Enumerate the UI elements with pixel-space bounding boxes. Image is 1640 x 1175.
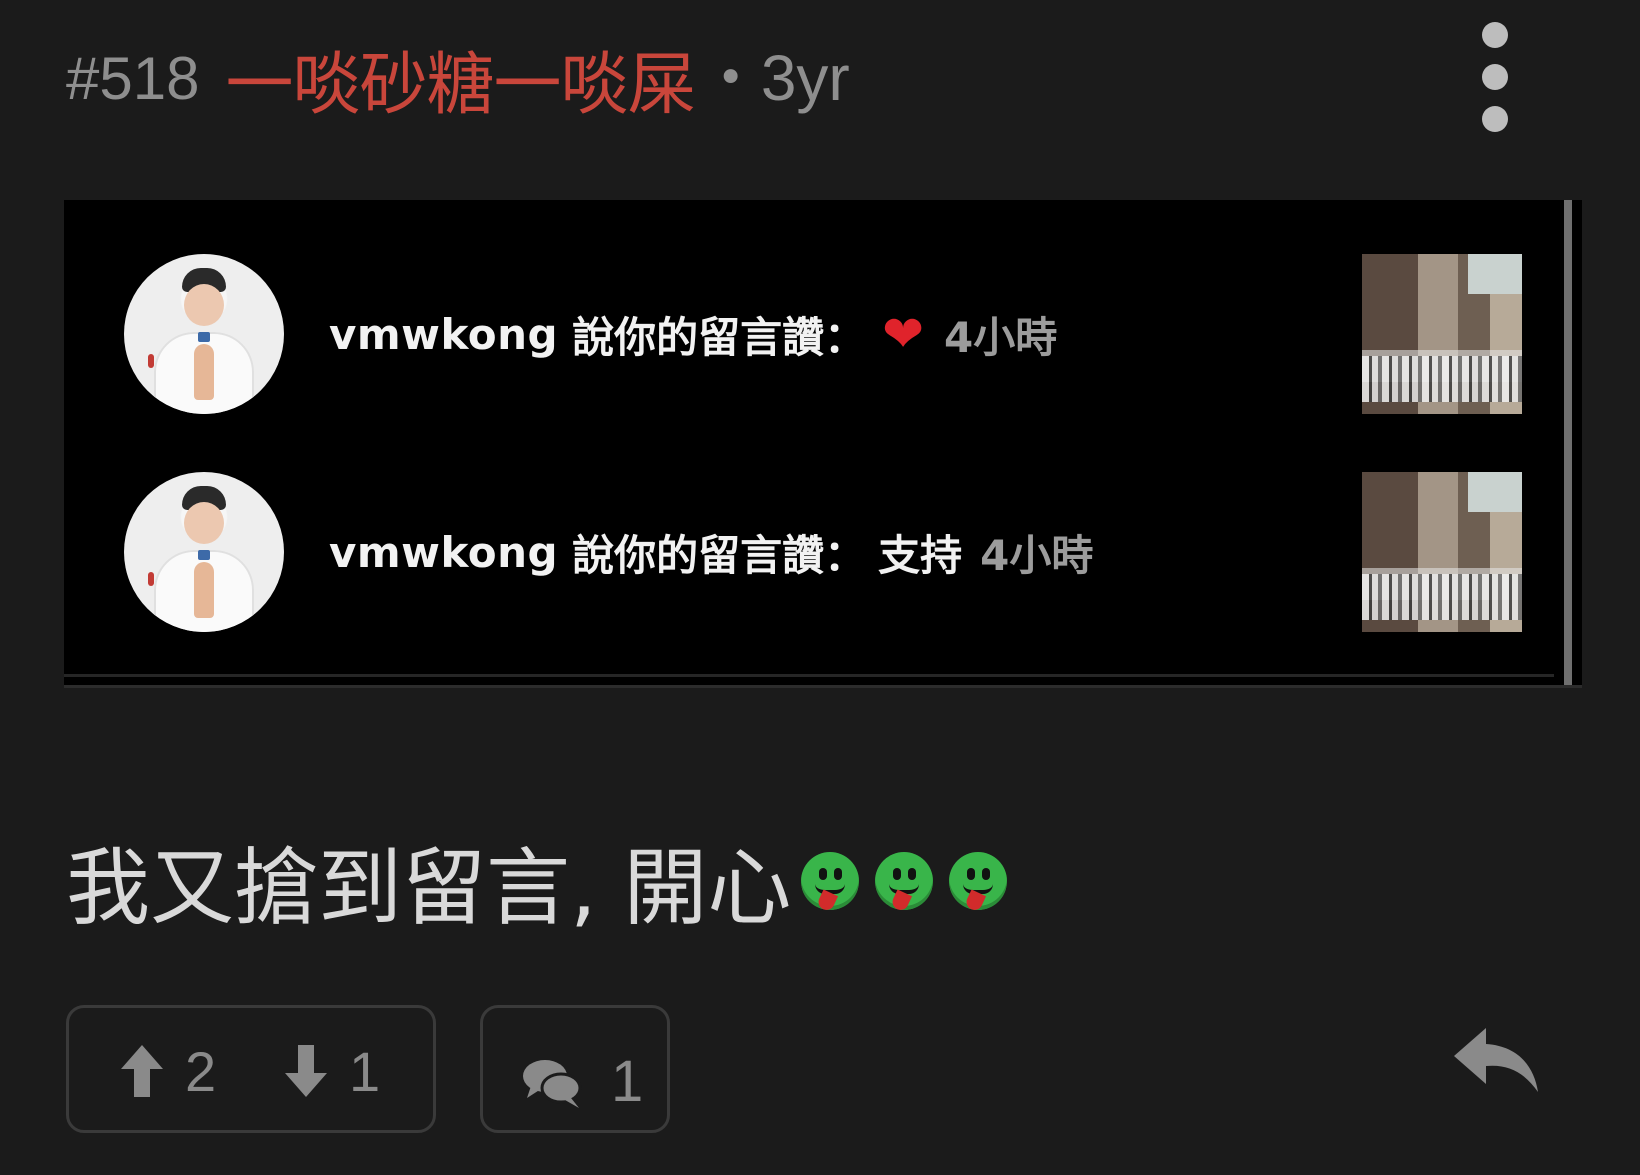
more-vertical-icon-dot [1482, 64, 1508, 90]
embed-scrollbar [1564, 200, 1572, 685]
notification-action: 說你的留言讚： [572, 312, 867, 362]
author-name[interactable]: 一啖砂糖一啖屎 [225, 29, 695, 128]
avatar [124, 472, 284, 632]
avatar [124, 254, 284, 414]
tongue-out-face-icon [875, 852, 934, 913]
notification-text: vmwkong 說你的留言讚： ❤ 4小時 [329, 302, 1057, 366]
upvote-button[interactable]: 2 [117, 1036, 216, 1106]
more-vertical-icon-dot [1482, 106, 1508, 132]
comments-button[interactable]: 1 [480, 1005, 670, 1133]
separator-dot: • [716, 50, 745, 106]
floor-number: #518 [66, 44, 200, 112]
embedded-screenshot[interactable]: vmwkong 說你的留言讚： ❤ 4小時 vmwkong 說你的留言讚： 支持… [64, 200, 1582, 688]
post-header: #518 一啖砂糖一啖屎 • 3yr [66, 38, 850, 125]
notification-username: vmwkong [329, 309, 559, 359]
notification-username: vmwkong [329, 527, 559, 577]
vote-box: 2 1 [66, 1005, 436, 1133]
message-text: 我又搶到留言, 開心 [66, 838, 792, 937]
notification-action: 說你的留言讚： [572, 530, 867, 580]
upvote-count: 2 [185, 1039, 217, 1103]
notification-time: 4小時 [944, 312, 1058, 362]
notification-text: vmwkong 說你的留言讚： 支持 4小時 [329, 520, 1093, 584]
arrow-down-icon [285, 1045, 327, 1097]
downvote-button[interactable]: 1 [281, 1036, 380, 1106]
notification-row: vmwkong 說你的留言讚： ❤ 4小時 [64, 254, 1564, 414]
post-age: 3yr [760, 42, 850, 114]
post-thumbnail [1362, 254, 1522, 414]
more-vertical-icon-dot [1482, 22, 1508, 48]
red-heart-icon: ❤ [882, 305, 924, 363]
notification-row: vmwkong 說你的留言讚： 支持 4小時 [64, 472, 1564, 632]
more-options-button[interactable] [1470, 22, 1520, 132]
notification-content: 支持 [878, 530, 963, 580]
downvote-count: 1 [349, 1039, 381, 1103]
reply-icon[interactable] [1450, 1022, 1546, 1098]
post-thumbnail [1362, 472, 1522, 632]
post-message: 我又搶到留言, 開心 [66, 826, 1023, 937]
post: #518 一啖砂糖一啖屎 • 3yr vmwkong 說你的留言讚： ❤ 4小時 [0, 0, 1640, 1175]
comment-count: 1 [611, 1049, 644, 1114]
notification-time: 4小時 [980, 530, 1094, 580]
tongue-out-face-icon [801, 852, 860, 913]
embed-divider [64, 674, 1554, 677]
arrow-up-icon [121, 1045, 163, 1097]
tongue-out-face-icon [949, 852, 1008, 913]
comments-icon [523, 1060, 582, 1108]
emoji-group [801, 852, 1023, 913]
